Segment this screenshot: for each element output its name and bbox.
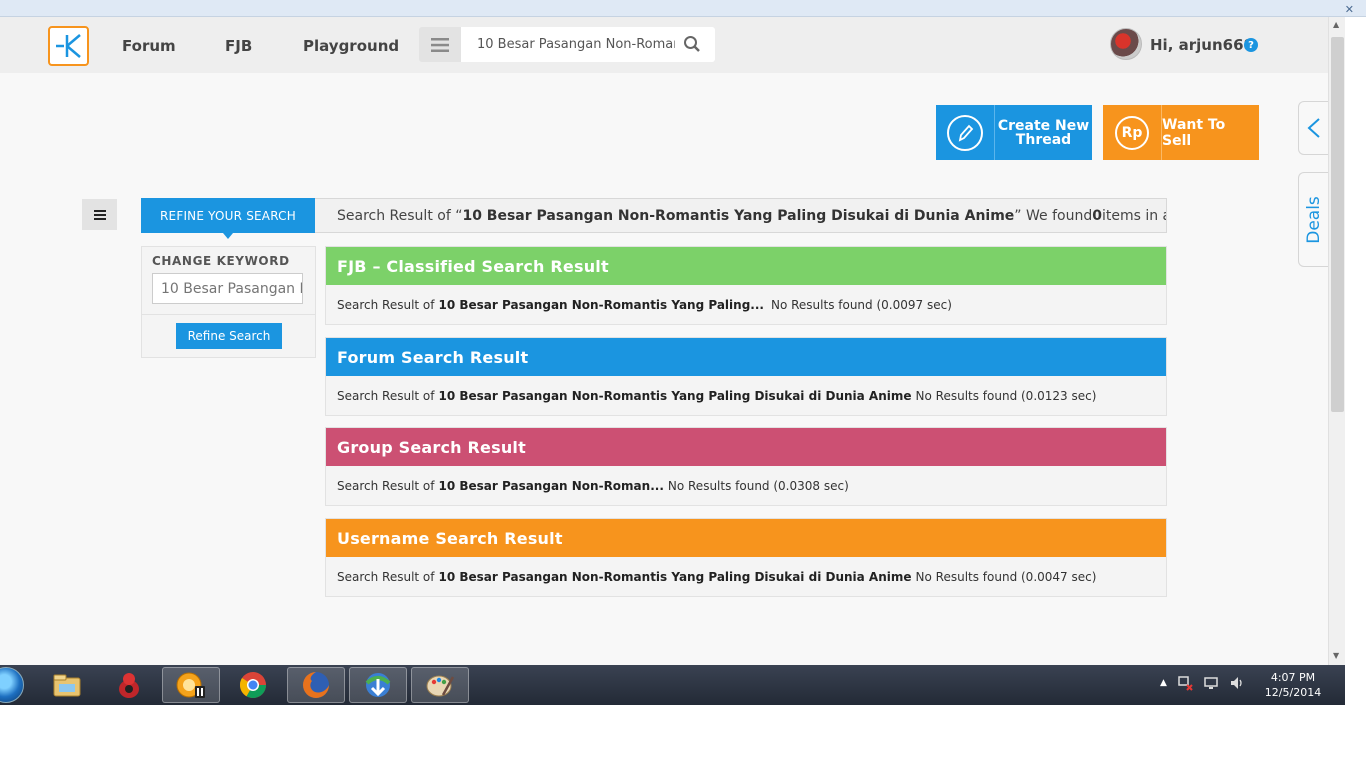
kaskus-logo-icon	[55, 34, 81, 58]
sidebar-toggle-button[interactable]	[82, 199, 117, 230]
refine-search-button[interactable]: Refine Search	[176, 323, 282, 349]
display-icon[interactable]	[1203, 675, 1219, 691]
result-prefix: Search Result of	[337, 388, 435, 403]
scroll-down-arrow-icon[interactable]: ▼	[1333, 651, 1339, 660]
summary-mid: ” We found	[1014, 207, 1093, 224]
result-query: 10 Besar Pasangan Non-Romantis Yang Pali…	[438, 569, 912, 584]
search-box	[461, 27, 715, 62]
internet-download-manager-icon	[365, 673, 391, 697]
search-icon[interactable]	[683, 35, 701, 57]
result-prefix: Search Result of	[337, 297, 435, 312]
result-status: No Results found (0.0047 sec)	[915, 569, 1097, 584]
result-query: 10 Besar Pasangan Non-Roman...	[438, 478, 664, 493]
want-to-sell-button[interactable]: Rp Want To Sell	[1103, 105, 1259, 160]
group-result-title[interactable]: Group Search Result	[326, 428, 1166, 466]
windows-taskbar: ▲ 4:07 PM 12/5/2014	[0, 665, 1345, 705]
refine-sidebar: CHANGE KEYWORD Refine Search	[141, 246, 316, 358]
nav-forum[interactable]: Forum	[122, 37, 176, 55]
taskbar-paint[interactable]	[411, 667, 469, 703]
chevron-left-icon	[1307, 118, 1320, 138]
refine-tab-label: REFINE YOUR SEARCH	[160, 208, 296, 223]
clock-date: 12/5/2014	[1264, 686, 1322, 699]
group-result-body: Search Result of 10 Besar Pasangan Non-Ro…	[326, 466, 1166, 505]
system-tray: ▲	[1160, 675, 1245, 691]
username-result-title[interactable]: Username Search Result	[326, 519, 1166, 557]
taskbar-app[interactable]	[100, 667, 158, 703]
create-new-thread-label: Create New Thread	[997, 117, 1090, 148]
user-greeting[interactable]: Hi, arjun668	[1150, 36, 1254, 54]
result-status: No Results found (0.0097 sec)	[770, 297, 952, 312]
deals-label: Deals	[1303, 195, 1324, 244]
caret-down-icon	[223, 233, 233, 239]
keyword-input[interactable]	[152, 273, 303, 304]
page-scrollbar[interactable]: ▲ ▼	[1328, 17, 1345, 665]
forum-result-section: Forum Search Result Search Result of 10 B…	[325, 337, 1167, 416]
search-summary: Search Result of “10 Besar Pasangan Non-…	[315, 198, 1167, 233]
result-query: 10 Besar Pasangan Non-Romantis Yang Pali…	[438, 297, 764, 312]
top-navbar: Forum FJB Playground Hi, arjun668 ?	[0, 17, 1328, 73]
media-player-icon	[176, 672, 205, 698]
taskbar-chrome[interactable]	[224, 667, 282, 703]
hamburger-icon	[93, 209, 106, 220]
taskbar-internet-download-manager[interactable]	[349, 667, 407, 703]
want-to-sell-label: Want To Sell	[1162, 116, 1226, 149]
kaskus-logo[interactable]	[48, 26, 89, 66]
group-result-section: Group Search Result Search Result of 10 B…	[325, 427, 1167, 506]
volume-icon[interactable]	[1229, 675, 1245, 691]
clock-time: 4:07 PM	[1270, 671, 1316, 684]
taskbar-firefox[interactable]	[287, 667, 345, 703]
summary-query: 10 Besar Pasangan Non-Romantis Yang Pali…	[462, 207, 1015, 224]
paint-icon	[426, 675, 455, 697]
search-input[interactable]	[461, 27, 675, 62]
hamburger-icon	[431, 37, 449, 52]
fjb-result-body: Search Result of 10 Besar Pasangan Non-Ro…	[326, 285, 1166, 324]
scroll-up-arrow-icon[interactable]: ▲	[1333, 20, 1339, 29]
tab-refine-your-search[interactable]: REFINE YOUR SEARCH	[141, 198, 315, 239]
result-prefix: Search Result of	[337, 478, 435, 493]
create-new-thread-button[interactable]: Create New Thread	[936, 105, 1092, 160]
main-content: Create New Thread Rp Want To Sell Deals …	[0, 73, 1328, 665]
taskbar-explorer[interactable]	[38, 667, 96, 703]
divider	[142, 314, 315, 315]
menu-button[interactable]	[419, 27, 461, 62]
start-button[interactable]	[0, 667, 24, 703]
close-icon[interactable]: ✕	[1345, 3, 1354, 16]
deals-tab[interactable]: Deals	[1298, 172, 1328, 267]
username-result-section: Username Search Result Search Result of 1…	[325, 518, 1167, 597]
result-status: No Results found (0.0308 sec)	[667, 478, 849, 493]
taskbar-media-player[interactable]	[162, 667, 220, 703]
summary-count: 0	[1092, 207, 1102, 224]
fjb-result-title[interactable]: FJB – Classified Search Result	[326, 247, 1166, 285]
result-status: No Results found (0.0123 sec)	[915, 388, 1097, 403]
nav-playground[interactable]: Playground	[303, 37, 399, 55]
nav-fjb[interactable]: FJB	[225, 37, 252, 55]
fjb-result-section: FJB – Classified Search Result Search Re…	[325, 246, 1167, 325]
rupiah-icon-text: Rp	[1115, 115, 1149, 150]
forum-result-body: Search Result of 10 Besar Pasangan Non-Ro…	[326, 376, 1166, 415]
change-keyword-label: CHANGE KEYWORD	[152, 254, 290, 268]
network-disconnected-icon[interactable]	[1177, 675, 1193, 691]
firefox-icon	[303, 672, 329, 698]
taskbar-clock[interactable]: 4:07 PM 12/5/2014	[1262, 670, 1324, 700]
result-prefix: Search Result of	[337, 569, 435, 584]
scrollbar-thumb[interactable]	[1331, 37, 1344, 412]
summary-prefix: Search Result of “	[337, 207, 463, 224]
browser-title-strip: ✕	[0, 0, 1366, 17]
app-icon	[119, 673, 139, 698]
rupiah-icon: Rp	[1103, 105, 1162, 160]
pencil-icon	[936, 105, 995, 160]
show-hidden-icons-icon[interactable]: ▲	[1160, 678, 1167, 688]
username-result-body: Search Result of 10 Besar Pasangan Non-Ro…	[326, 557, 1166, 596]
chrome-icon	[239, 672, 267, 699]
result-query: 10 Besar Pasangan Non-Romantis Yang Pali…	[438, 388, 912, 403]
help-icon[interactable]: ?	[1244, 38, 1258, 52]
collapse-side-panel-tab[interactable]	[1298, 101, 1328, 155]
summary-suffix: items in all site	[1101, 207, 1166, 224]
explorer-icon	[53, 674, 81, 697]
forum-result-title[interactable]: Forum Search Result	[326, 338, 1166, 376]
avatar[interactable]	[1110, 28, 1142, 60]
